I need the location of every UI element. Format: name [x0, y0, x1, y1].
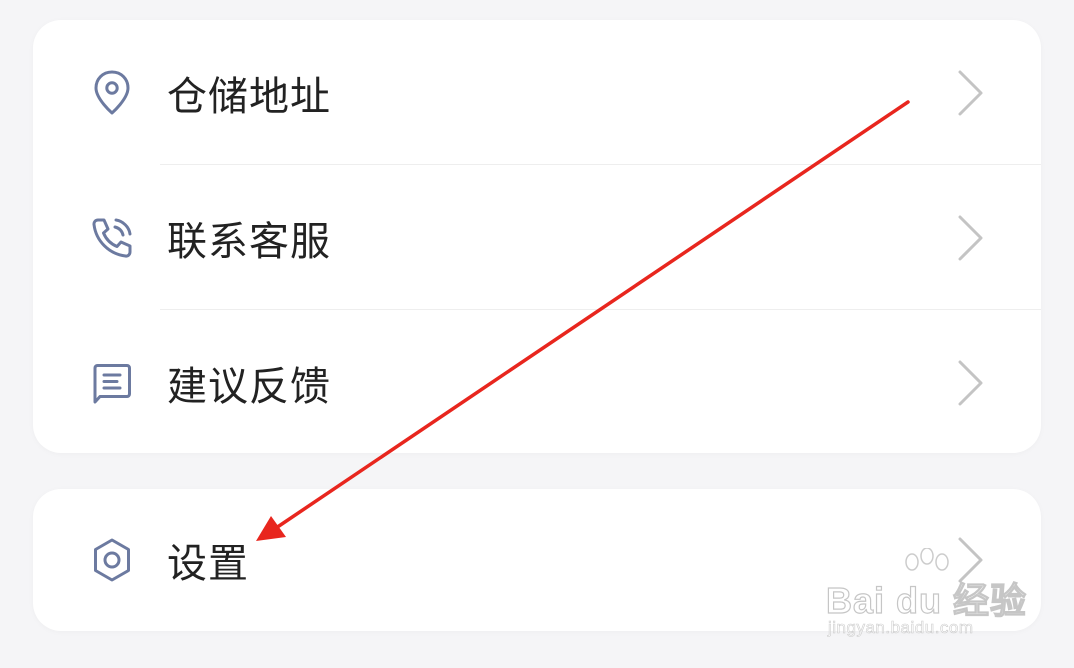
menu-item-label: 联系客服: [167, 218, 331, 265]
menu-item-storage-address[interactable]: 仓储地址: [33, 20, 1041, 165]
menu-item-label: 仓储地址: [167, 73, 331, 120]
gear-icon: [85, 533, 139, 587]
chevron-right-icon: [953, 67, 987, 119]
settings-item[interactable]: 设置: [33, 489, 1041, 631]
settings-label: 设置: [167, 541, 249, 587]
chevron-right-icon: [953, 212, 987, 264]
location-pin-icon: [85, 66, 139, 120]
chevron-right-icon: [953, 534, 987, 586]
menu-item-customer-service[interactable]: 联系客服: [33, 165, 1041, 310]
settings-card: 设置: [33, 489, 1041, 631]
feedback-icon: [85, 356, 139, 410]
phone-icon: [85, 211, 139, 265]
menu-item-label: 建议反馈: [167, 363, 331, 410]
chevron-right-icon: [953, 357, 987, 409]
menu-item-feedback[interactable]: 建议反馈: [33, 310, 1041, 455]
menu-card: 仓储地址 联系客服 建议反馈: [33, 20, 1041, 453]
